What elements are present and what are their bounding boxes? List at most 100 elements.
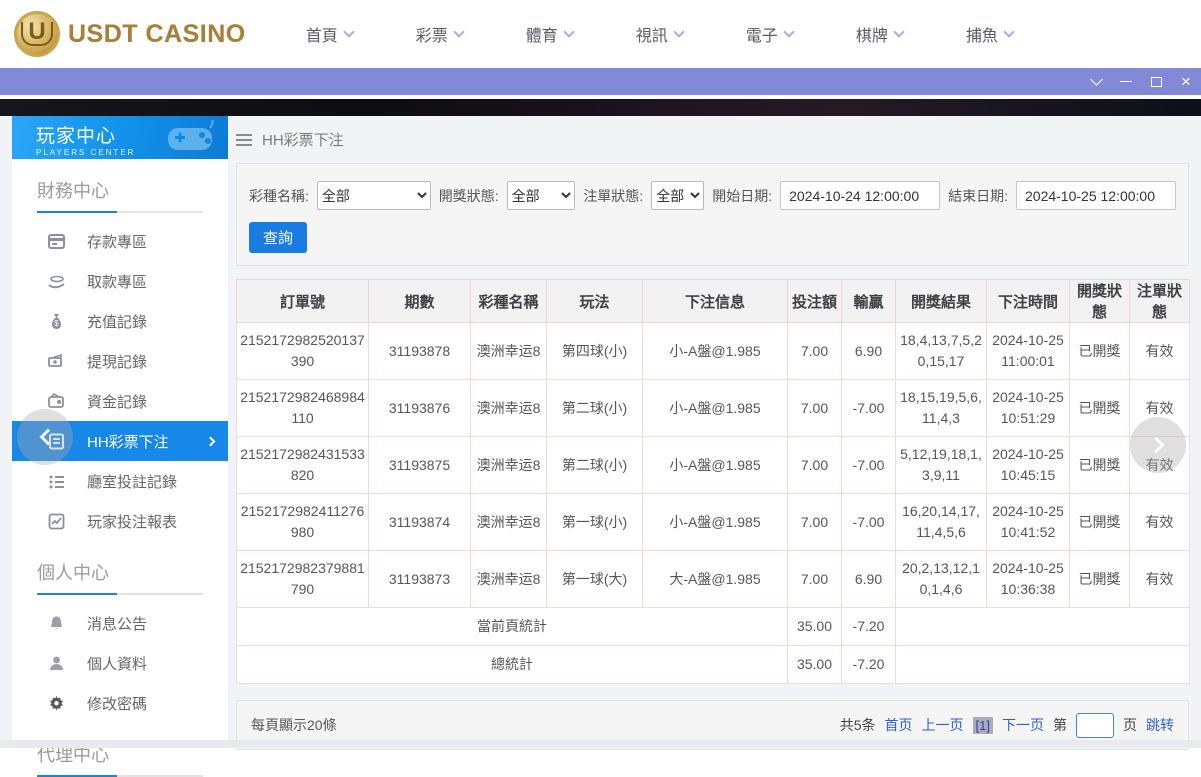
chevron-down-icon bbox=[1089, 73, 1103, 86]
window-maximize-button[interactable] bbox=[1141, 67, 1171, 96]
table-cell: 有效 bbox=[1129, 493, 1190, 551]
table-cell: 2152172982379881790 bbox=[236, 550, 369, 608]
sidebar-item-player-report[interactable]: 玩家投注報表 bbox=[12, 501, 228, 541]
window-dropdown-button[interactable] bbox=[1081, 67, 1111, 96]
table-cell: 31193875 bbox=[368, 436, 471, 494]
sidebar-item-profile[interactable]: 個人資料 bbox=[12, 643, 228, 683]
table-cell: 2024-10-25 11:00:01 bbox=[986, 322, 1070, 380]
sidebar-item-withdraw[interactable]: 取款專區 bbox=[12, 261, 228, 301]
table-cell: 2152172982468984110 bbox=[236, 379, 369, 437]
nav-item-sports[interactable]: 體育 bbox=[525, 22, 575, 46]
order-status-select[interactable]: 全部 bbox=[651, 181, 705, 210]
brand-logo[interactable]: U USDT CASINO bbox=[14, 11, 246, 57]
table-cell: 澳洲幸运8 bbox=[470, 379, 547, 437]
sidebar-item-recharge-record[interactable]: $ 充值記錄 bbox=[12, 301, 228, 341]
query-button[interactable]: 查詢 bbox=[249, 222, 307, 253]
table-cell: 澳洲幸运8 bbox=[470, 493, 547, 551]
table-cell: 澳洲幸运8 bbox=[470, 436, 547, 494]
table-row: 2152172982431533820 31193875 澳洲幸运8 第二球(小) 小-… bbox=[236, 436, 1190, 494]
table-row: 2152172982468984110 31193876 澳洲幸运8 第二球(小) 小-… bbox=[236, 379, 1190, 437]
nav-item-lottery[interactable]: 彩票 bbox=[416, 22, 465, 46]
table-cell: 第二球(小) bbox=[546, 436, 643, 494]
current-page-indicator: [1] bbox=[972, 716, 993, 734]
table-cell: 已開獎 bbox=[1069, 379, 1130, 437]
table-cell: 31193876 bbox=[368, 379, 471, 437]
first-page-link[interactable]: 首页 bbox=[885, 715, 913, 735]
sidebar-item-announcements[interactable]: 消息公告 bbox=[12, 603, 228, 643]
nav-item-slots[interactable]: 電子 bbox=[746, 22, 795, 46]
table-row: 2152172982411276980 31193874 澳洲幸运8 第一球(小) 小-… bbox=[236, 493, 1190, 551]
start-date-input[interactable] bbox=[780, 181, 941, 210]
table-cell: -7.00 bbox=[841, 436, 896, 494]
table-cell: 小-A盤@1.985 bbox=[642, 436, 788, 494]
table-cell: 2152172982520137390 bbox=[236, 322, 369, 380]
table-cell: 小-A盤@1.985 bbox=[642, 493, 788, 551]
grand-summary-row: 總統計 35.00 -7.20 bbox=[236, 645, 1190, 684]
table-cell: 第一球(大) bbox=[546, 550, 643, 608]
hamburger-menu-icon[interactable] bbox=[236, 133, 252, 146]
window-minimize-button[interactable] bbox=[1111, 67, 1141, 96]
chevron-down-icon bbox=[783, 26, 795, 38]
lottery-name-select[interactable]: 全部 bbox=[316, 181, 431, 210]
jump-suffix-label: 页 bbox=[1123, 717, 1137, 733]
nav-item-home[interactable]: 首頁 bbox=[305, 22, 355, 46]
page-size-text: 每頁顯示20條 bbox=[251, 717, 337, 733]
nav-label: 視訊 bbox=[635, 28, 668, 45]
window-close-button[interactable]: × bbox=[1171, 67, 1201, 96]
draw-status-select[interactable]: 全部 bbox=[506, 181, 576, 210]
table-cell: 7.00 bbox=[787, 436, 842, 494]
chevron-down-icon bbox=[453, 26, 465, 38]
nav-label: 首頁 bbox=[305, 28, 338, 45]
sidebar-item-deposit[interactable]: 存款專區 bbox=[12, 221, 228, 261]
nav-label: 體育 bbox=[525, 28, 558, 45]
sidebar-collapse-button[interactable] bbox=[17, 409, 73, 465]
nav-item-fishing[interactable]: 捕魚 bbox=[966, 22, 1015, 46]
chevron-down-icon bbox=[1003, 26, 1015, 38]
bell-icon bbox=[51, 616, 62, 629]
column-header: 玩法 bbox=[546, 279, 643, 323]
end-date-input[interactable] bbox=[1016, 181, 1176, 210]
table-cell: 18,15,19,5,6,11,4,3 bbox=[895, 379, 987, 437]
table-cell: 已開獎 bbox=[1069, 322, 1130, 380]
draw-status-label: 開獎狀態: bbox=[438, 187, 499, 204]
sidebar-item-hall-bet-record[interactable]: 廳室投註記錄 bbox=[12, 461, 228, 501]
sidebar-item-change-password[interactable]: 修改密碼 bbox=[12, 683, 228, 723]
table-cell: 7.00 bbox=[787, 322, 842, 380]
table-cell: 6.90 bbox=[841, 550, 896, 608]
sidebar-item-label: 存款專區 bbox=[87, 233, 148, 251]
page-title: HH彩票下注 bbox=[262, 132, 344, 149]
bottom-strip bbox=[0, 740, 1201, 748]
section-title-personal: 個人中心 bbox=[37, 563, 109, 583]
column-header: 下注時間 bbox=[986, 279, 1070, 323]
bets-table: 訂單號 期數 彩種名稱 玩法 下注信息 投注額 輸贏 開獎結果 下注時間 開獎狀… bbox=[236, 279, 1190, 684]
casino-coin-icon: U bbox=[14, 11, 60, 57]
next-page-link[interactable]: 下一页 bbox=[1002, 715, 1044, 735]
table-cell: 2024-10-25 10:45:15 bbox=[986, 436, 1070, 494]
main-content: HH彩票下注 彩種名稱: 全部 開獎狀態: 全部 注單狀態: 全部 開始日期: … bbox=[236, 116, 1190, 750]
prev-page-link[interactable]: 上一页 bbox=[922, 715, 964, 735]
main-nav: 首頁 彩票 體育 視訊 電子 棋牌 捕魚 bbox=[305, 22, 1015, 46]
column-header: 注單狀態 bbox=[1129, 279, 1190, 323]
column-header: 彩種名稱 bbox=[470, 279, 547, 323]
table-cell: 第一球(小) bbox=[546, 493, 643, 551]
table-cell: 2152172982411276980 bbox=[236, 493, 369, 551]
recharge-record-icon: $ bbox=[51, 313, 62, 329]
section-underline bbox=[37, 593, 203, 595]
sidebar-item-label: 修改密碼 bbox=[87, 695, 148, 713]
sidebar-item-cashout-record[interactable]: 提現記錄 bbox=[12, 341, 228, 381]
summary-win-loss: -7.20 bbox=[841, 607, 896, 646]
start-date-label: 開始日期: bbox=[712, 187, 773, 204]
user-icon bbox=[50, 656, 63, 670]
page-jump-input[interactable] bbox=[1076, 712, 1114, 738]
breadcrumb: HH彩票下注 bbox=[236, 129, 1189, 150]
table-cell: 大-A盤@1.985 bbox=[642, 550, 788, 608]
summary-bet-total: 35.00 bbox=[787, 607, 842, 646]
panel-expand-button[interactable] bbox=[1130, 417, 1186, 473]
gear-icon bbox=[50, 695, 63, 710]
chevron-right-icon bbox=[205, 436, 216, 446]
nav-item-live[interactable]: 視訊 bbox=[635, 22, 685, 46]
maximize-icon bbox=[1150, 76, 1162, 87]
jump-link[interactable]: 跳转 bbox=[1146, 715, 1174, 735]
nav-item-cards[interactable]: 棋牌 bbox=[856, 22, 905, 46]
section-title-finance: 財務中心 bbox=[37, 181, 109, 201]
